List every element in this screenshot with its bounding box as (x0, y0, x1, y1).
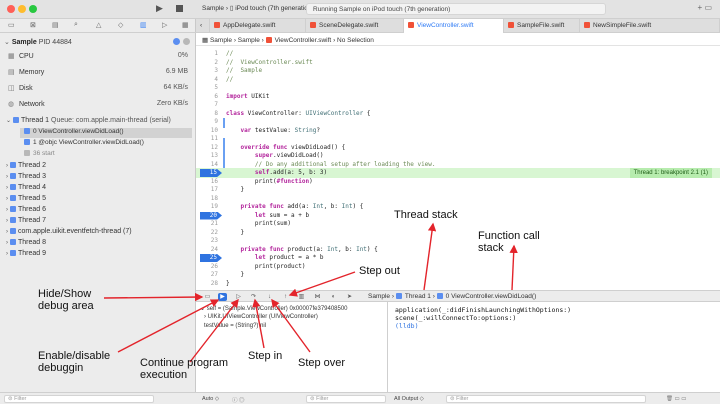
annotation-arrows (103, 222, 518, 363)
annotation-step-in: Step in (248, 350, 283, 362)
annotation-enable-disable: Enable/disable debuggin (38, 350, 111, 374)
hide-show-arrow (103, 292, 204, 302)
annotation-thread-stack: Thread stack (394, 209, 458, 221)
annotation-function-call: Function call stack (478, 230, 540, 254)
annotation-step-over: Step over (298, 357, 346, 369)
step-over-arrow (271, 298, 311, 353)
continue-arrow (189, 298, 239, 363)
thread-stack-arrow (423, 222, 437, 291)
step-in-arrow (252, 298, 265, 349)
step-out-arrow (288, 271, 356, 297)
annotation-continue: Continue program execution (140, 357, 229, 381)
annotation-step-out: Step out (359, 265, 400, 277)
annotation-hide-show: Hide/Show debug area (38, 288, 94, 312)
